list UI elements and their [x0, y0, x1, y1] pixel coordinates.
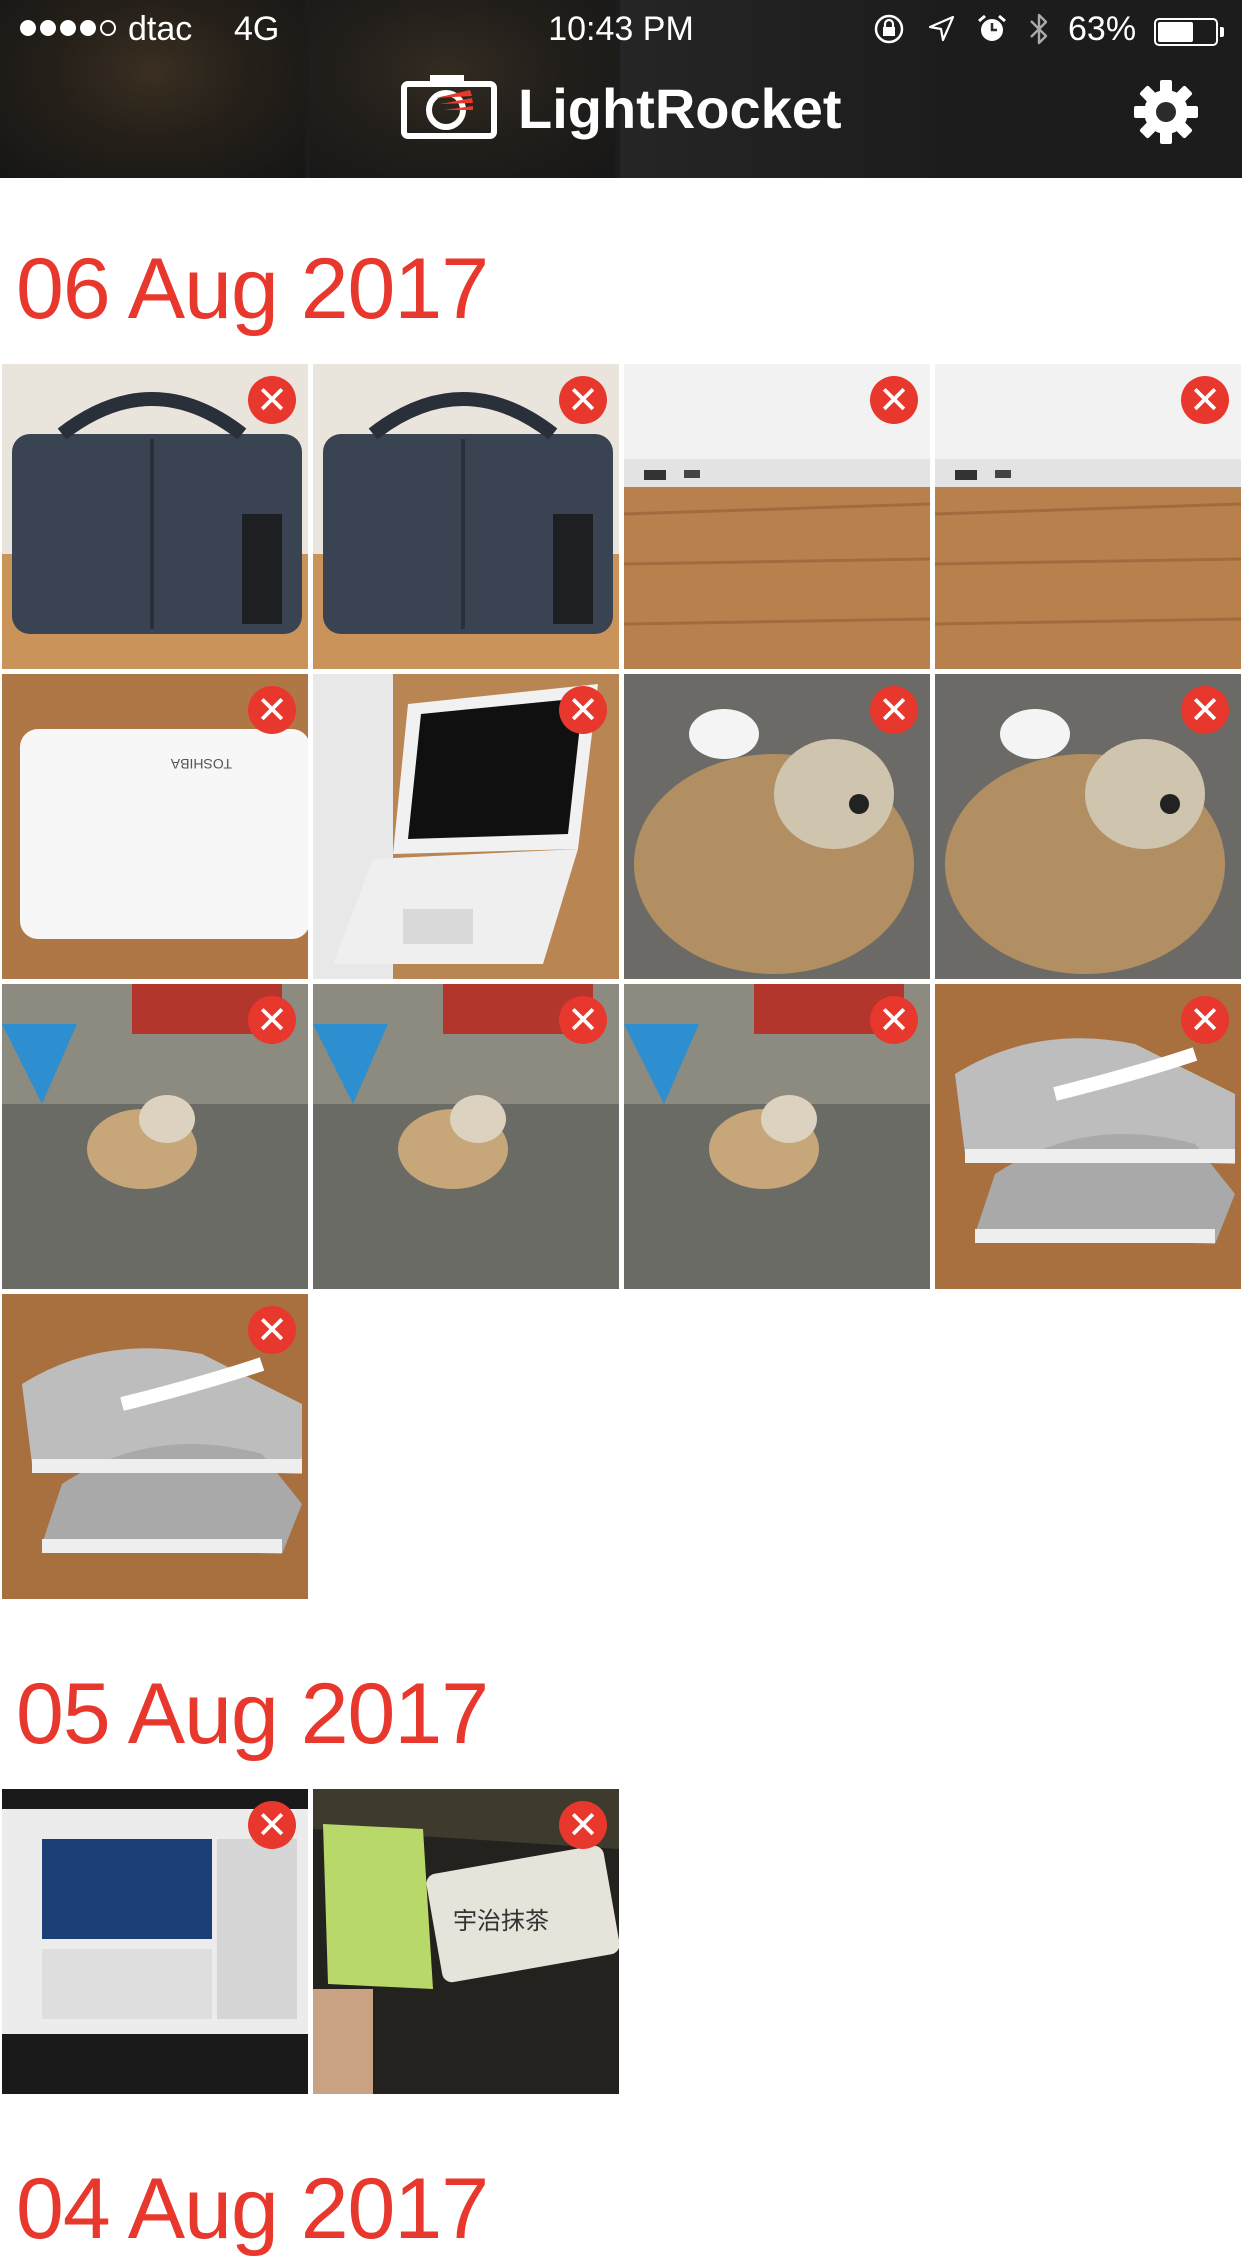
section-date-heading: 06 Aug 2017: [16, 241, 489, 337]
status-icons: [872, 12, 1050, 55]
photo-thumbnail[interactable]: ✕: [624, 674, 930, 979]
location-icon: [926, 14, 956, 53]
battery-percent: 63%: [1068, 10, 1137, 48]
close-icon[interactable]: ✕: [1181, 996, 1229, 1044]
close-icon[interactable]: ✕: [1181, 376, 1229, 424]
photo-thumbnail[interactable]: ✕: [313, 674, 619, 979]
camera-logo-icon: [400, 70, 500, 147]
close-icon[interactable]: ✕: [1181, 686, 1229, 734]
photo-thumbnail[interactable]: TOSHIBA ✕: [2, 674, 308, 979]
close-icon[interactable]: ✕: [248, 686, 296, 734]
close-icon[interactable]: ✕: [870, 376, 918, 424]
close-icon[interactable]: ✕: [248, 1306, 296, 1354]
close-icon[interactable]: ✕: [870, 996, 918, 1044]
photo-thumbnail[interactable]: ✕: [2, 364, 308, 669]
bluetooth-icon: [1028, 12, 1050, 55]
close-icon[interactable]: ✕: [559, 996, 607, 1044]
photo-thumbnail[interactable]: ✕: [935, 984, 1241, 1289]
photo-thumbnail[interactable]: ✕: [935, 364, 1241, 669]
photo-thumbnail[interactable]: ✕: [2, 1294, 308, 1599]
close-icon[interactable]: ✕: [870, 686, 918, 734]
photo-thumbnail[interactable]: ✕: [624, 364, 930, 669]
battery-icon: [1154, 18, 1218, 46]
photo-thumbnail[interactable]: ✕: [313, 984, 619, 1289]
section-date-heading: 05 Aug 2017: [16, 1666, 489, 1762]
close-icon[interactable]: ✕: [559, 686, 607, 734]
close-icon[interactable]: ✕: [559, 376, 607, 424]
alarm-icon: [976, 13, 1008, 54]
photo-thumbnail[interactable]: ✕: [935, 674, 1241, 979]
photo-grid: ✕ 宇治抹茶 ✕: [2, 1789, 1241, 2094]
brand-logo: LightRocket: [400, 72, 842, 144]
gear-icon[interactable]: [1132, 78, 1200, 146]
status-time: 10:43 PM: [548, 10, 694, 48]
photo-thumbnail[interactable]: ✕: [624, 984, 930, 1289]
photo-thumbnail[interactable]: ✕: [313, 364, 619, 669]
orientation-lock-icon: [872, 12, 906, 55]
battery-tip: [1220, 27, 1224, 37]
section-date-heading: 04 Aug 2017: [16, 2161, 489, 2257]
photo-thumbnail[interactable]: 宇治抹茶 ✕: [313, 1789, 619, 2094]
svg-text:宇治抹茶: 宇治抹茶: [453, 1907, 549, 1935]
brand-name: LightRocket: [518, 76, 842, 140]
photo-grid: ✕ ✕ ✕ ✕ TOSHIBA ✕ ✕ ✕ ✕ ✕ ✕ ✕ ✕ ✕: [2, 364, 1241, 1599]
app-header: dtac 4G 10:43 PM 63% LightRocket: [0, 0, 1242, 178]
svg-text:TOSHIBA: TOSHIBA: [170, 756, 232, 772]
photo-thumbnail[interactable]: ✕: [2, 984, 308, 1289]
photo-thumbnail[interactable]: ✕: [2, 1789, 308, 2094]
close-icon[interactable]: ✕: [559, 1801, 607, 1849]
close-icon[interactable]: ✕: [248, 1801, 296, 1849]
status-bar: dtac 4G 10:43 PM 63%: [0, 0, 1242, 60]
close-icon[interactable]: ✕: [248, 376, 296, 424]
close-icon[interactable]: ✕: [248, 996, 296, 1044]
